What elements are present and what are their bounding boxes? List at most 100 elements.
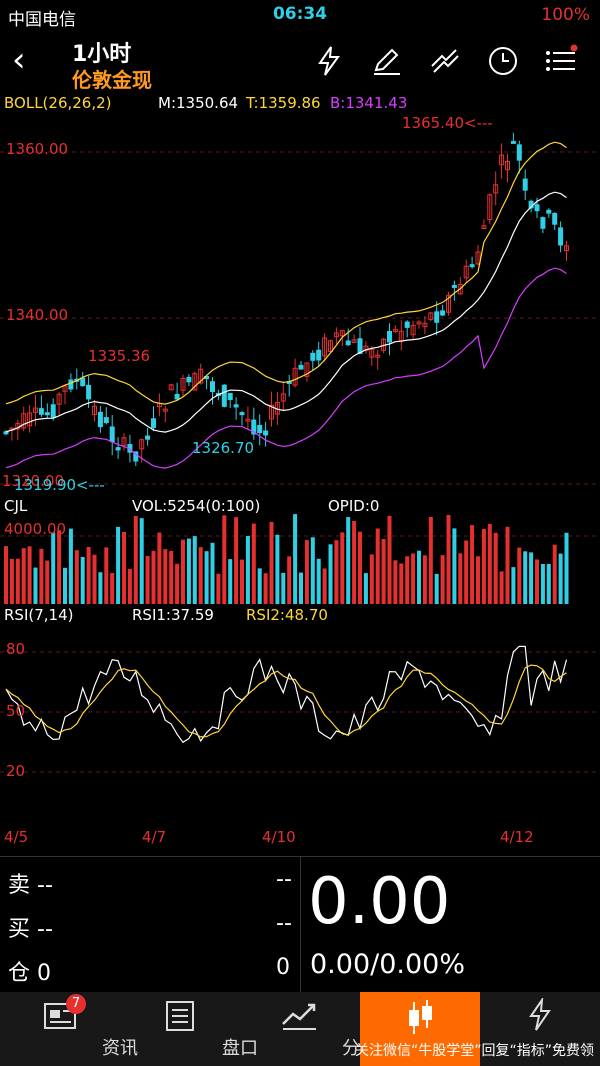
candle	[558, 227, 564, 246]
candle	[451, 284, 457, 288]
candle	[233, 404, 239, 408]
candle	[227, 392, 233, 401]
volume-bar	[33, 567, 38, 604]
buy-value: --	[37, 917, 53, 942]
volume-bar	[151, 550, 156, 604]
candle	[174, 393, 180, 400]
candle	[109, 426, 115, 443]
candle	[510, 140, 516, 144]
candlestick-chart[interactable]	[0, 112, 600, 492]
volume-bar	[493, 532, 498, 604]
candle	[3, 431, 9, 435]
position-value: 0	[37, 961, 52, 986]
candle	[345, 340, 351, 346]
tab-timeshare[interactable]: 分时	[240, 992, 378, 1066]
volume-bar	[487, 523, 492, 604]
volume-bar	[381, 539, 386, 604]
quote-panel: 卖 -- -- 买 -- -- 仓 0 0 0.00 0.00/0.00%	[0, 856, 600, 993]
volume-bar	[387, 515, 392, 604]
candle	[298, 364, 304, 370]
rsi-level-80: 80	[6, 640, 26, 658]
candle	[440, 310, 446, 316]
volume-bar	[511, 567, 516, 604]
volume-bar	[481, 528, 486, 604]
volume-bar	[9, 558, 14, 604]
lightning-icon	[529, 998, 551, 1031]
volume-bar	[251, 523, 256, 604]
back-icon[interactable]: ‹	[12, 40, 26, 80]
volume-bar	[98, 572, 103, 604]
candle	[552, 212, 558, 225]
annotation-low: 1319.90<---	[14, 476, 105, 494]
rsi-level-20: 20	[6, 762, 26, 780]
volume-bar	[476, 556, 480, 604]
volume-bar	[322, 568, 327, 604]
volume-bar	[375, 528, 380, 604]
candle	[546, 209, 552, 214]
volume-bar	[27, 546, 32, 604]
lightning-icon[interactable]	[312, 44, 346, 78]
volume-bar	[39, 548, 44, 604]
candle	[469, 264, 475, 268]
list-icon	[166, 1001, 194, 1031]
pen-icon[interactable]	[370, 44, 404, 78]
volume-bar	[316, 558, 321, 604]
volume-bar	[517, 547, 522, 604]
sell-row: 卖 --	[8, 867, 53, 899]
candle	[86, 384, 92, 400]
clock-icon[interactable]	[486, 44, 520, 78]
volume-bar	[523, 551, 528, 604]
date-label: 4/12	[500, 828, 534, 846]
volume-bar	[15, 558, 20, 604]
volume-bar	[328, 544, 333, 604]
volume-bar	[263, 573, 268, 604]
candle	[540, 217, 546, 229]
sell-label: 卖	[8, 873, 31, 898]
volume-chart[interactable]	[0, 512, 600, 604]
price-label-1360: 1360.00	[6, 140, 69, 158]
volume-bar	[275, 534, 280, 604]
watermark-text: 关注微信“牛股学堂”回复“指标”免费领	[354, 1043, 594, 1059]
candle	[97, 411, 103, 428]
trend-icon	[282, 1003, 316, 1030]
volume-bar	[304, 540, 309, 604]
candlestick-icon	[409, 1000, 432, 1034]
vol-level-label: 4000.00	[4, 520, 67, 538]
menu-icon[interactable]	[544, 44, 578, 78]
volume-bar	[240, 559, 244, 604]
candle	[404, 321, 410, 328]
page-subtitle: 伦敦金现	[72, 68, 152, 92]
volume-bar	[110, 572, 115, 604]
volume-bar	[411, 553, 416, 604]
volume-bar	[175, 563, 180, 604]
volume-bar	[340, 532, 345, 604]
volume-bar	[529, 552, 534, 604]
candle	[44, 412, 50, 416]
divider	[300, 857, 301, 993]
candle	[263, 430, 269, 436]
candle	[221, 384, 227, 407]
position-label: 仓	[8, 961, 31, 986]
candle	[68, 379, 74, 390]
candle	[151, 418, 156, 428]
volume-bar	[558, 553, 563, 604]
boll-lower-line	[5, 267, 567, 469]
tab-orderbook[interactable]: 盘口	[120, 992, 258, 1066]
tab-news[interactable]: 7 资讯	[0, 992, 138, 1066]
volume-bar	[45, 560, 50, 604]
volume-bar	[452, 528, 457, 604]
volume-bar	[257, 568, 262, 604]
volume-bar	[198, 547, 203, 604]
rsi-chart[interactable]	[0, 622, 600, 822]
volume-bar	[57, 530, 62, 604]
volume-bar	[228, 559, 233, 604]
volume-bar	[540, 564, 545, 604]
volume-bar	[133, 516, 138, 604]
draw-lines-icon[interactable]	[428, 44, 462, 78]
date-label: 4/10	[262, 828, 296, 846]
buy-right-value: --	[276, 911, 292, 936]
candle	[50, 404, 56, 418]
candle	[145, 435, 151, 440]
volume-bar	[422, 555, 427, 604]
price-change: 0.00/0.00%	[310, 949, 465, 980]
